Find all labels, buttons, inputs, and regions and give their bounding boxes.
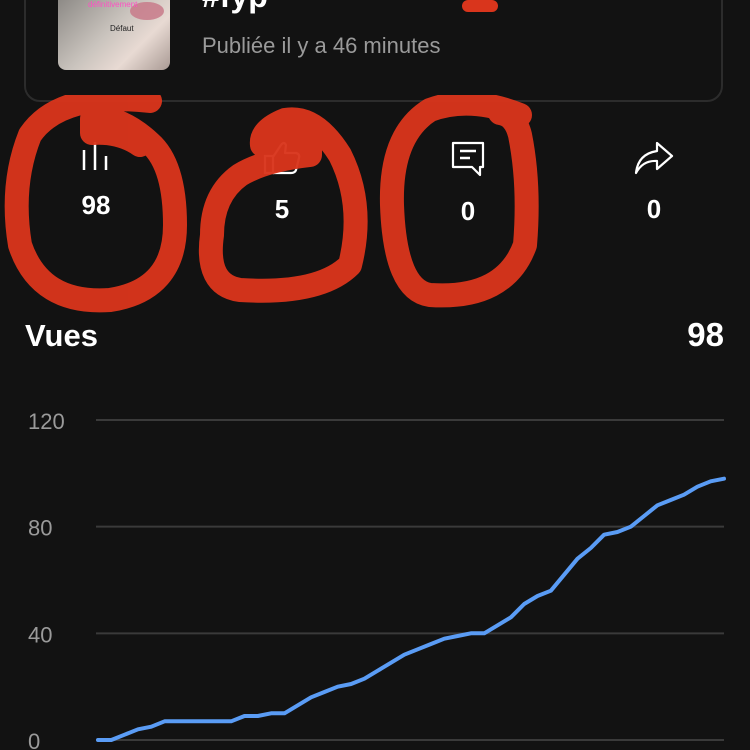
y-tick-label: 120 — [28, 409, 65, 434]
thumbnail-text: Défaut — [110, 24, 134, 33]
views-count: 98 — [81, 190, 111, 220]
stat-shares[interactable]: 0 — [594, 140, 714, 225]
post-published-time: Publiée il y a 46 minutes — [202, 33, 441, 58]
views-line-chart: 0 40 80 120 — [28, 409, 726, 750]
stat-views[interactable]: 98 — [36, 140, 156, 221]
views-section-title: Vues — [25, 318, 98, 353]
views-series-line — [96, 476, 726, 742]
views-total: 98 — [687, 316, 724, 353]
likes-count: 5 — [274, 194, 290, 224]
post-title: #fyp — [202, 0, 268, 15]
stat-likes[interactable]: 5 — [222, 140, 342, 225]
y-tick-label: 80 — [28, 516, 52, 541]
post-thumbnail[interactable]: définitivement Défaut — [58, 0, 170, 70]
comments-count: 0 — [460, 196, 476, 226]
stat-comments[interactable]: 0 — [408, 140, 528, 227]
y-tick-label: 0 — [28, 729, 40, 750]
share-icon — [634, 141, 674, 175]
thumbnail-text: définitivement — [88, 0, 138, 9]
comment-icon — [451, 141, 485, 177]
shares-count: 0 — [646, 194, 662, 224]
red-annotation-mark — [462, 0, 498, 12]
bar-chart-icon — [82, 142, 108, 170]
y-tick-label: 40 — [28, 622, 52, 647]
thumbs-up-icon — [263, 141, 301, 175]
